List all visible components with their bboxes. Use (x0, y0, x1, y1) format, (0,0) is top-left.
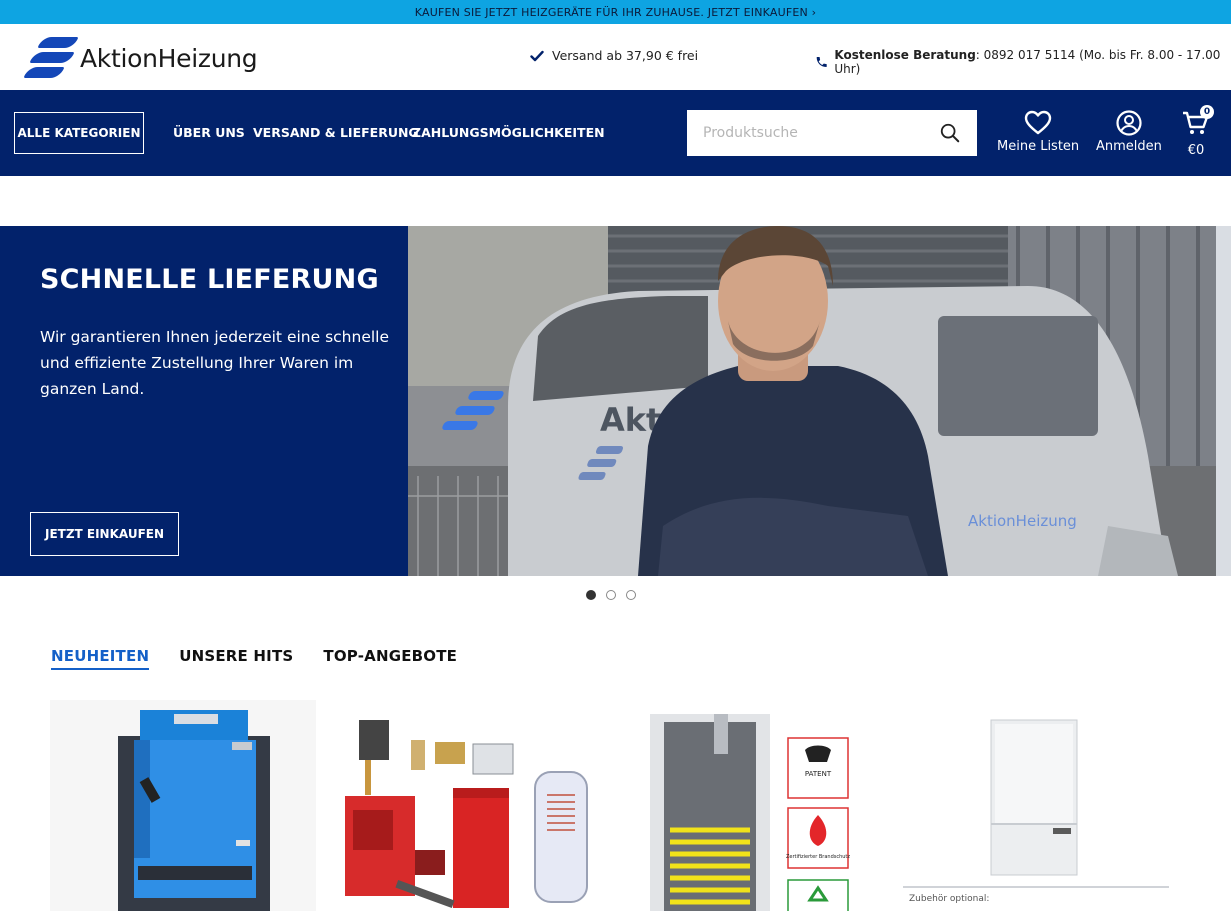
nav-link-shipping[interactable]: VERSAND & LIEFERUNG (253, 125, 419, 140)
shop-now-button[interactable]: JETZT EINKAUFEN (30, 512, 179, 556)
slider-dot-3[interactable] (626, 590, 636, 600)
patent-badge-text: PATENT (805, 770, 832, 778)
product-card-boiler-stove[interactable] (50, 700, 316, 911)
product-image (335, 700, 601, 911)
product-card-heating-set[interactable] (335, 700, 601, 911)
logo-mark-icon (23, 36, 79, 80)
site-header: AktionHeizung Versand ab 37,90 € frei Ko… (0, 24, 1231, 90)
product-image: PATENT Zertifizierter Brandschutz (620, 700, 886, 911)
login-label: Anmelden (1096, 139, 1162, 154)
hero-description: Wir garantieren Ihnen jederzeit eine sch… (40, 328, 389, 398)
hero-text-panel: SCHNELLE LIEFERUNG Wir garantieren Ihnen… (0, 226, 408, 576)
my-lists-label: Meine Listen (997, 139, 1080, 154)
tab-top-angebote[interactable]: TOP-ANGEBOTE (323, 647, 457, 670)
promo-text[interactable]: KAUFEN SIE JETZT HEIZGERÄTE FÜR IHR ZUHA… (415, 6, 816, 19)
consultation-info: Kostenlose Beratung: 0892 017 5114 (Mo. … (815, 48, 1231, 76)
hero-title: SCHNELLE LIEFERUNG (40, 264, 379, 295)
recycle-badge (787, 879, 849, 911)
cart-total: €0 (1187, 143, 1205, 158)
site-logo[interactable]: AktionHeizung (23, 36, 258, 80)
search-icon[interactable] (939, 122, 961, 144)
delivery-photo-illustration: Akt AktionHeizung (408, 226, 1216, 576)
shipping-info: Versand ab 37,90 € frei (530, 48, 698, 63)
heart-icon (1024, 110, 1052, 135)
user-icon (1116, 110, 1142, 136)
main-nav: ALLE KATEGORIEN ÜBER UNS VERSAND & LIEFE… (0, 90, 1231, 176)
product-card-gas-boiler[interactable]: Zubehör optional: (903, 700, 1169, 911)
cart-button[interactable]: 0 €0 (1182, 105, 1214, 158)
nav-link-payment[interactable]: ZAHLUNGSMÖGLICHKEITEN (412, 125, 605, 140)
tab-unsere-hits[interactable]: UNSERE HITS (179, 647, 293, 670)
tab-neuheiten[interactable]: NEUHEITEN (51, 647, 150, 670)
all-categories-button[interactable]: ALLE KATEGORIEN (14, 112, 144, 154)
cart-count-badge: 0 (1200, 105, 1214, 119)
search-input[interactable] (687, 110, 939, 156)
slider-dot-1[interactable] (586, 590, 596, 600)
search-box (687, 110, 977, 156)
product-image: Zubehör optional: (903, 700, 1169, 911)
hero-image[interactable]: Akt AktionHeizung (408, 226, 1216, 576)
phone-icon (816, 56, 827, 68)
product-tabs: NEUHEITEN UNSERE HITS TOP-ANGEBOTE (51, 647, 457, 670)
shipping-text: Versand ab 37,90 € frei (552, 48, 699, 63)
hero-slider: SCHNELLE LIEFERUNG Wir garantieren Ihnen… (0, 226, 1231, 576)
van-text-long: AktionHeizung (968, 512, 1077, 530)
product-image (50, 700, 316, 911)
fire-badge-text: Zertifizierter Brandschutz (786, 854, 850, 860)
promo-banner[interactable]: KAUFEN SIE JETZT HEIZGERÄTE FÜR IHR ZUHA… (0, 0, 1231, 24)
product-card-buffer-tank[interactable]: PATENT Zertifizierter Brandschutz (620, 700, 886, 911)
nav-link-about[interactable]: ÜBER UNS (173, 125, 245, 140)
accessory-note: Zubehör optional: (909, 894, 989, 904)
check-icon (530, 50, 544, 61)
next-slide-peek (1216, 226, 1231, 576)
login-button[interactable]: Anmelden (1096, 110, 1162, 154)
consult-label: Kostenlose Beratung (834, 48, 976, 62)
my-lists-button[interactable]: Meine Listen (997, 110, 1079, 154)
slider-dot-2[interactable] (606, 590, 616, 600)
slider-dots (586, 590, 636, 600)
logo-text: AktionHeizung (80, 43, 258, 73)
